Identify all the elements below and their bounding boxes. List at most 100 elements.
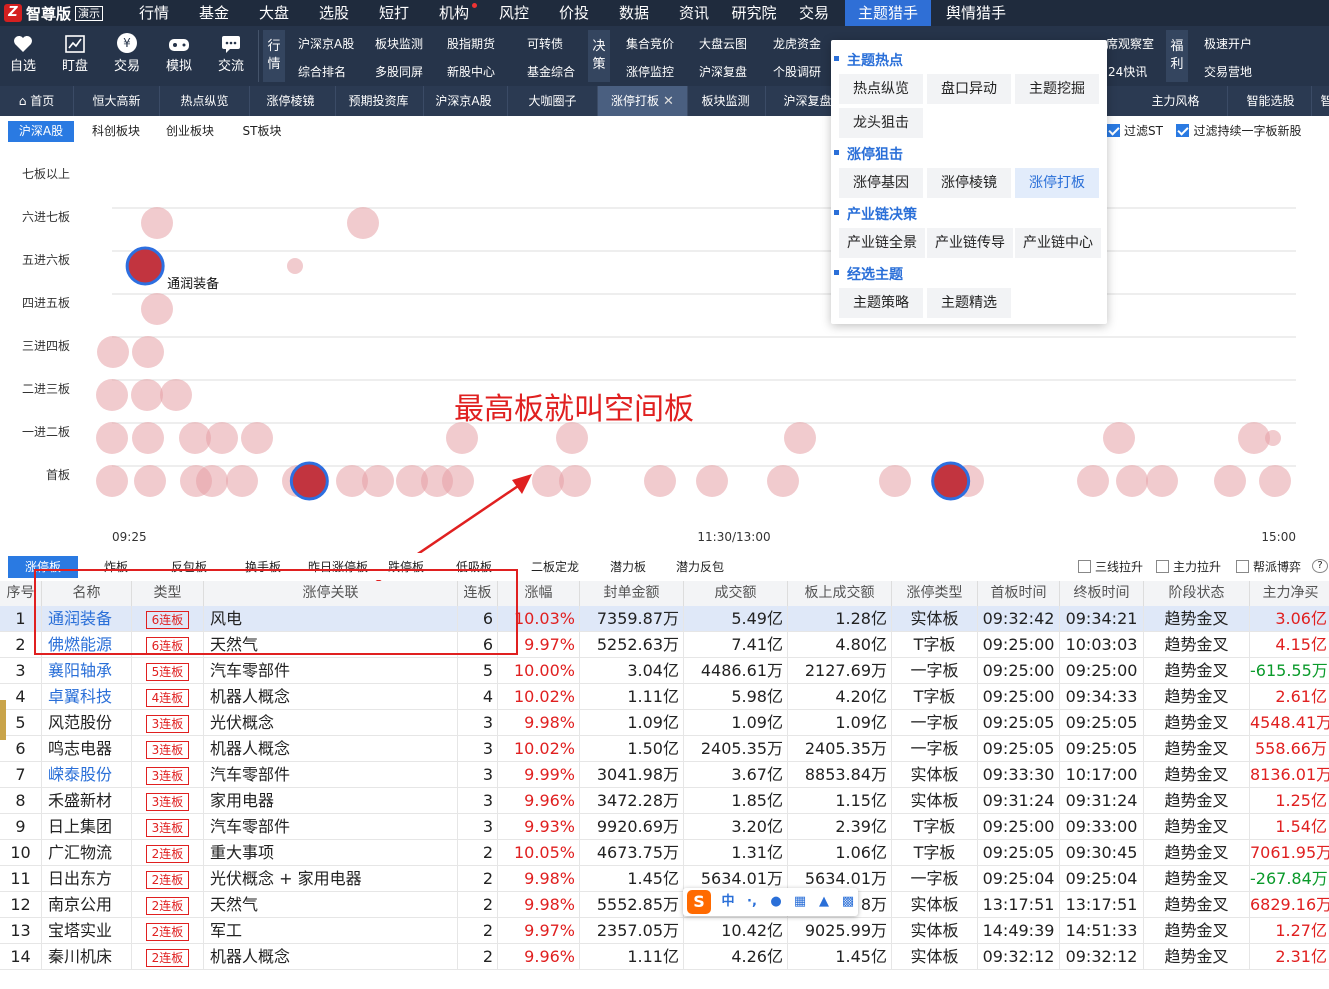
filter-yizi-checkbox[interactable]: 过滤持续一字板新股 (1172, 121, 1306, 142)
grid-icon[interactable]: ▩ (841, 895, 855, 909)
subtab-chuangye[interactable]: 创业板块 (158, 121, 222, 142)
menu-item[interactable]: 热点纵览 (839, 74, 923, 104)
limit-up-bubble[interactable] (1103, 422, 1135, 454)
ime-chinese-mode[interactable]: 中 (721, 895, 735, 909)
board-tab-8[interactable]: 潜力板 (602, 556, 654, 578)
subtab-st[interactable]: ST板块 (232, 121, 292, 142)
topnav-item-9[interactable]: 资讯 (664, 0, 724, 26)
limit-up-bubble[interactable] (96, 379, 128, 411)
limit-up-bubble[interactable] (206, 422, 238, 454)
tab-item-11[interactable]: 智能选股 (1230, 86, 1312, 116)
topnav-item-8[interactable]: 数据 (604, 0, 664, 26)
tab-item-10[interactable]: 主力风格 (1124, 86, 1228, 116)
table-row[interactable]: 11 日出东方 2连板 光伏概念 + 家用电器 2 9.98% 1.45亿 5634.01万 5… (0, 866, 1329, 892)
menu-item[interactable]: 产业链中心 (1015, 228, 1101, 258)
highlighted-bubble[interactable] (289, 461, 329, 501)
table-row[interactable]: 5 风范股份 3连板 光伏概念 3 9.98% 1.09亿 1.09亿 1.09亿 一字板 09:2… (0, 710, 1329, 736)
toolbar-link[interactable]: 大盘云图 (699, 30, 747, 58)
limit-up-bubble[interactable] (96, 422, 128, 454)
tab-item-6[interactable]: 大咖圈子 (508, 86, 598, 116)
lower-filter-checkbox[interactable]: 主力拉升 (1156, 556, 1230, 578)
limit-up-bubble[interactable] (226, 465, 258, 497)
topnav-item-10[interactable]: 研究院 (724, 0, 784, 26)
table-row[interactable]: 9 日上集团 3连板 汽车零部件 3 9.93% 9920.69万 3.20亿 2.39亿 T字板… (0, 814, 1329, 840)
toolbar-gamepad-button[interactable]: 模拟 (153, 26, 205, 86)
column-header[interactable]: 涨停类型 (892, 581, 978, 606)
toolbar-heart-button[interactable]: 自选 (0, 26, 49, 86)
column-header[interactable]: 成交额 (684, 581, 788, 606)
table-row[interactable]: 13 宝塔实业 2连板 军工 2 9.97% 2357.05万 10.42亿 9025.99万实… (0, 918, 1329, 944)
toolbar-link[interactable]: 可转债 (527, 30, 563, 58)
limit-up-bubble[interactable] (97, 336, 129, 368)
toolbar-link[interactable]: 交易营地 (1204, 58, 1252, 86)
limit-up-bubble[interactable] (196, 465, 228, 497)
table-row[interactable]: 3 襄阳轴承 5连板 汽车零部件 5 10.00% 3.04亿 4486.61万 2127.69… (0, 658, 1329, 684)
topnav-item-1[interactable]: 基金 (184, 0, 244, 26)
limit-up-bubble[interactable] (442, 465, 474, 497)
toolbar-link[interactable]: 龙虎资金 (773, 30, 821, 58)
limit-up-bubble[interactable] (1259, 465, 1291, 497)
menu-item[interactable]: 主题精选 (927, 288, 1011, 318)
table-row[interactable]: 7 嵘泰股份 3连板 汽车零部件 3 9.99% 3041.98万 3.67亿 8853.84万… (0, 762, 1329, 788)
table-row[interactable]: 8 禾盛新材 3连板 家用电器 3 9.96% 3472.28万 1.85亿 1.15亿 实体板 0… (0, 788, 1329, 814)
limit-up-bubble[interactable] (784, 422, 816, 454)
topnav-item-4[interactable]: 短打 (364, 0, 424, 26)
lower-filter-checkbox[interactable]: 帮派博弈 (1236, 556, 1310, 578)
tab-item-2[interactable]: 热点纵览 (160, 86, 250, 116)
limit-up-bubble[interactable] (1146, 465, 1178, 497)
tab-item-7[interactable]: 涨停打板 ✕ (598, 86, 688, 116)
app-brand[interactable]: Z 智尊版 演示 (0, 0, 122, 26)
menu-item[interactable]: 涨停基因 (839, 168, 923, 198)
limit-up-bubble[interactable] (131, 379, 163, 411)
limit-up-bubble[interactable] (1265, 430, 1281, 446)
limit-up-bubble[interactable] (644, 465, 676, 497)
tab-item-0[interactable]: ⌂ 首页 (0, 86, 74, 116)
toolbar-link[interactable]: 24快讯 (1108, 58, 1147, 86)
toolbar-yen-button[interactable]: ¥ 交易 (101, 26, 153, 86)
limit-up-bubble[interactable] (287, 258, 303, 274)
menu-item[interactable]: 主题挖掘 (1015, 74, 1099, 104)
column-header[interactable]: 板上成交额 (788, 581, 892, 606)
tab-item-1[interactable]: 恒大高新 (74, 86, 160, 116)
tab-item-3[interactable]: 涨停棱镜 (246, 86, 336, 116)
topnav-item-7[interactable]: 价投 (544, 0, 604, 26)
toolbar-link[interactable]: 极速开户 (1204, 30, 1252, 58)
shirt-icon[interactable]: ▲ (817, 895, 831, 909)
tab-item-5[interactable]: 沪深京A股 (420, 86, 508, 116)
topnav-item-6[interactable]: 风控 (484, 0, 544, 26)
toolbar-link[interactable]: 新股中心 (447, 58, 495, 86)
table-row[interactable]: 14 秦川机床 2连板 机器人概念 2 9.96% 1.11亿 4.26亿 1.45亿 实体板 09… (0, 944, 1329, 970)
topnav-item-2[interactable]: 大盘 (244, 0, 304, 26)
toolbar-link[interactable]: 沪深京A股 (298, 30, 354, 58)
lower-filter-checkbox[interactable]: 三线拉升 (1078, 556, 1152, 578)
side-handle[interactable] (0, 700, 6, 740)
limit-up-bubble[interactable] (879, 465, 911, 497)
limit-up-bubble[interactable] (1116, 465, 1148, 497)
tab-item-12[interactable]: 智 (1312, 86, 1329, 116)
limit-up-bubble[interactable] (241, 422, 273, 454)
menu-item[interactable]: 龙头狙击 (839, 108, 923, 138)
highlighted-bubble[interactable] (931, 461, 971, 501)
toolbar-link[interactable]: 个股调研 (773, 58, 821, 86)
subtab-hushen-a[interactable]: 沪深A股 (8, 121, 74, 142)
toolbar-chat-button[interactable]: 交流 (205, 26, 257, 86)
subtab-kechuang[interactable]: 科创板块 (84, 121, 148, 142)
toolbar-link[interactable]: 板块监测 (375, 30, 423, 58)
toolbar-link[interactable]: 基金综合 (527, 58, 575, 86)
table-row[interactable]: 6 鸣志电器 3连板 机器人概念 3 10.02% 1.50亿 2405.35万 2405.35… (0, 736, 1329, 762)
toolbar-link[interactable]: 综合排名 (298, 58, 346, 86)
ime-toolbar[interactable]: S 中 ·, ● ▦ ▲ ▩ (683, 888, 858, 916)
topnav-item-13[interactable]: 舆情猎手 (933, 0, 1019, 26)
filter-st-checkbox[interactable]: 过滤ST (1104, 121, 1166, 142)
toolbar-link[interactable]: 多股同屏 (375, 58, 423, 86)
table-row[interactable]: 10 广汇物流 2连板 重大事项 2 10.05% 4673.75万 1.31亿 1.06亿 T字… (0, 840, 1329, 866)
limit-up-bubble[interactable] (347, 207, 379, 239)
ime-punct-icon[interactable]: ·, (745, 895, 759, 909)
toolbar-link[interactable]: 集合竞价 (626, 30, 674, 58)
tab-item-4[interactable]: 预期投资库 (334, 86, 424, 116)
menu-item[interactable]: 涨停棱镜 (927, 168, 1011, 198)
keyboard-icon[interactable]: ▦ (793, 895, 807, 909)
topnav-item-0[interactable]: 行情 (124, 0, 184, 26)
limit-up-bubble[interactable] (1077, 465, 1109, 497)
board-tab-7[interactable]: 二板定龙 (520, 556, 590, 578)
